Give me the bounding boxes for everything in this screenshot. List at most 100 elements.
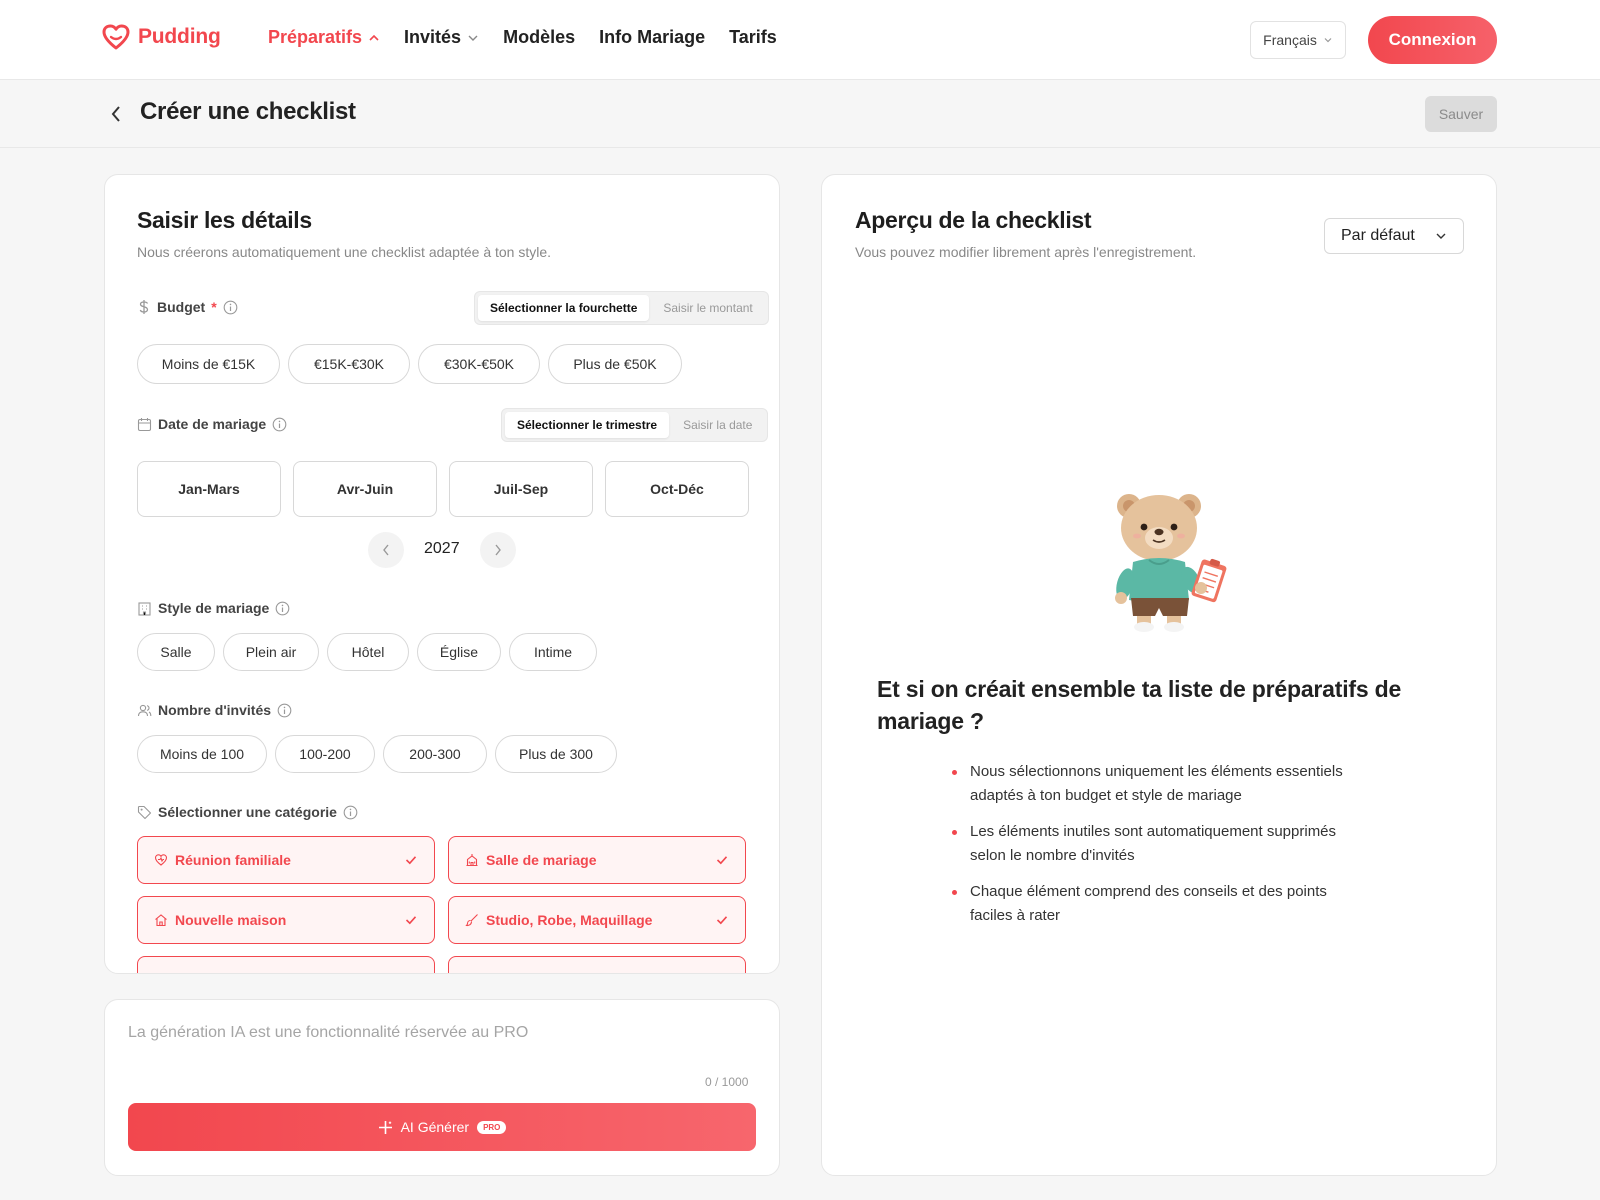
style-option[interactable]: Hôtel	[327, 633, 409, 671]
calendar-icon	[137, 417, 152, 431]
category-label: Salle de mariage	[486, 852, 597, 868]
top-navigation: Pudding Préparatifs Invités Modèles Info…	[0, 0, 1600, 80]
category-new-home[interactable]: Nouvelle maison	[137, 896, 435, 944]
dollar-icon	[139, 300, 149, 314]
chevron-left-icon	[383, 544, 389, 556]
quarter-option[interactable]: Jan-Mars	[137, 461, 281, 517]
chevron-down-icon	[1436, 233, 1446, 239]
main-nav: Préparatifs Invités Modèles Info Mariage…	[268, 27, 777, 48]
style-option[interactable]: Plein air	[223, 633, 319, 671]
promo-bullets: Nous sélectionnons uniquement les élémen…	[952, 760, 1372, 940]
ai-prompt-input[interactable]: La génération IA est une fonctionnalité …	[128, 1024, 528, 1042]
nav-item-label: Préparatifs	[268, 27, 363, 47]
year-prev-button[interactable]	[368, 532, 404, 568]
chevron-right-icon	[495, 544, 501, 556]
nav-item-invites[interactable]: Invités	[404, 27, 479, 48]
promo-bullet: Nous sélectionnons uniquement les élémen…	[952, 760, 1372, 808]
info-icon	[277, 703, 292, 717]
login-button[interactable]: Connexion	[1368, 16, 1497, 64]
back-button[interactable]	[106, 102, 126, 126]
quarter-option[interactable]: Juil-Sep	[449, 461, 593, 517]
year-next-button[interactable]	[480, 532, 516, 568]
category-wedding-venue[interactable]: Salle de mariage	[448, 836, 746, 884]
category-label: Sélectionner une catégorie	[137, 804, 358, 820]
guests-option[interactable]: 200-300	[383, 735, 487, 773]
promo-bullet: Les éléments inutiles sont automatiqueme…	[952, 820, 1372, 868]
tag-icon	[137, 805, 152, 819]
nav-item-tarifs[interactable]: Tarifs	[729, 27, 777, 48]
ai-generate-label: AI Générer	[400, 1119, 470, 1135]
date-mode-date[interactable]: Saisir la date	[671, 412, 764, 438]
language-select[interactable]: Français	[1250, 21, 1346, 59]
nav-item-modeles[interactable]: Modèles	[503, 27, 575, 48]
guests-option[interactable]: Moins de 100	[137, 735, 267, 773]
style-label-text: Style de mariage	[158, 600, 270, 616]
guests-option[interactable]: Plus de 300	[495, 735, 617, 773]
style-label: Style de mariage	[137, 600, 290, 616]
guests-option[interactable]: 100-200	[275, 735, 375, 773]
sort-value: Par défaut	[1341, 227, 1415, 244]
nav-item-label: Modèles	[503, 27, 576, 47]
required-marker: *	[211, 299, 217, 315]
page-header: Créer une checklist Sauver	[0, 80, 1600, 148]
category-studio-dress-makeup[interactable]: Studio, Robe, Maquillage	[448, 896, 746, 944]
nav-item-info-mariage[interactable]: Info Mariage	[599, 27, 705, 48]
nav-item-label: Tarifs	[729, 27, 777, 47]
category-item-partial[interactable]	[137, 956, 435, 973]
nav-item-label: Invités	[404, 27, 462, 47]
brand-name: Pudding	[138, 25, 221, 48]
budget-mode-toggle: Sélectionner la fourchette Saisir le mon…	[474, 291, 769, 325]
category-label: Réunion familiale	[175, 852, 291, 868]
style-option[interactable]: Église	[417, 633, 501, 671]
ai-char-counter: 0 / 1000	[705, 1075, 749, 1089]
promo-bullet: Chaque élément comprend des conseils et …	[952, 880, 1372, 928]
sparkle-icon	[378, 1120, 392, 1134]
quarter-option[interactable]: Oct-Déc	[605, 461, 749, 517]
nav-item-preparatifs[interactable]: Préparatifs	[268, 27, 380, 48]
bear-mascot-illustration	[1115, 494, 1227, 632]
building-icon	[138, 601, 151, 616]
home-icon	[155, 914, 167, 927]
details-subtitle: Nous créerons automatiquement une checkl…	[137, 244, 552, 260]
info-icon	[275, 601, 290, 615]
date-mode-quarter[interactable]: Sélectionner le trimestre	[505, 412, 670, 438]
budget-label-text: Budget	[157, 299, 206, 315]
budget-option[interactable]: Plus de €50K	[548, 344, 682, 384]
info-icon	[343, 805, 358, 819]
page-title: Créer une checklist	[140, 98, 356, 125]
style-option[interactable]: Intime	[509, 633, 597, 671]
ai-generate-button[interactable]: AI Générer PRO	[128, 1103, 756, 1151]
budget-option[interactable]: €15K-€30K	[288, 344, 410, 384]
users-icon	[137, 704, 152, 716]
brand-logo[interactable]: Pudding	[102, 24, 221, 50]
date-label-text: Date de mariage	[158, 416, 267, 432]
save-button[interactable]: Sauver	[1425, 96, 1497, 132]
chevron-down-icon	[468, 35, 478, 41]
pro-badge: PRO	[477, 1120, 507, 1134]
chevron-up-icon	[369, 34, 379, 41]
budget-option[interactable]: €30K-€50K	[418, 344, 540, 384]
check-icon	[405, 916, 417, 925]
budget-mode-amount[interactable]: Saisir le montant	[651, 295, 764, 321]
promo-title: Et si on créait ensemble ta liste de pré…	[877, 676, 1402, 734]
category-item-partial[interactable]	[448, 956, 746, 973]
style-option[interactable]: Salle	[137, 633, 215, 671]
year-value: 2027	[424, 540, 460, 557]
budget-label: Budget *	[137, 299, 238, 315]
category-family-reunion[interactable]: Réunion familiale	[137, 836, 435, 884]
budget-option[interactable]: Moins de €15K	[137, 344, 280, 384]
sort-dropdown[interactable]: Par défaut	[1324, 218, 1464, 254]
quarter-option[interactable]: Avr-Juin	[293, 461, 437, 517]
date-label: Date de mariage	[137, 416, 287, 432]
language-value: Français	[1263, 32, 1317, 48]
category-overflow-clip	[105, 956, 779, 973]
check-icon	[405, 856, 417, 865]
info-icon	[223, 300, 238, 314]
date-mode-toggle: Sélectionner le trimestre Saisir la date	[501, 408, 769, 442]
heart-icon	[154, 854, 168, 866]
category-label: Studio, Robe, Maquillage	[486, 912, 653, 928]
venue-icon	[466, 854, 478, 867]
category-label-text: Sélectionner une catégorie	[158, 804, 337, 820]
budget-mode-range[interactable]: Sélectionner la fourchette	[478, 295, 650, 321]
chevron-left-icon	[111, 106, 120, 122]
